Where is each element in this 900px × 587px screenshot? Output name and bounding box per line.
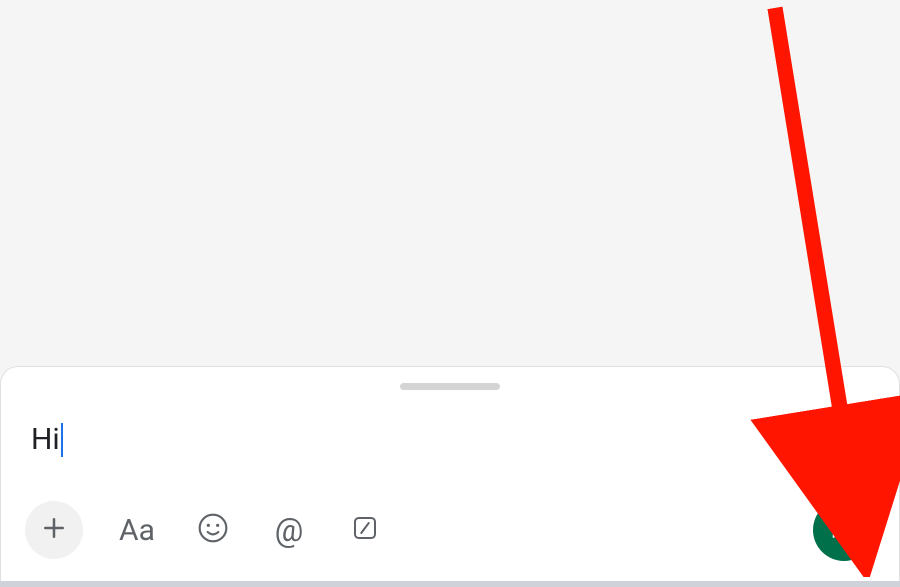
format-text-label: Aa (119, 513, 155, 548)
message-input[interactable]: Hi (31, 422, 875, 457)
emoji-icon (197, 512, 229, 548)
add-attachment-button[interactable] (25, 501, 83, 559)
compose-toolbar: Aa @ (25, 499, 875, 561)
mention-label: @ (275, 511, 304, 549)
canvas-button[interactable] (343, 508, 387, 552)
emoji-button[interactable] (191, 508, 235, 552)
format-text-button[interactable]: Aa (115, 508, 159, 552)
plus-icon (39, 513, 69, 547)
send-icon (829, 513, 859, 547)
canvas-icon (350, 513, 380, 547)
compose-panel: Hi Aa @ (0, 366, 900, 581)
text-cursor (61, 423, 63, 457)
send-button[interactable] (813, 499, 875, 561)
drag-handle[interactable] (400, 383, 500, 390)
bottom-system-bar (0, 581, 900, 587)
mention-button[interactable]: @ (267, 508, 311, 552)
message-text: Hi (31, 422, 60, 457)
